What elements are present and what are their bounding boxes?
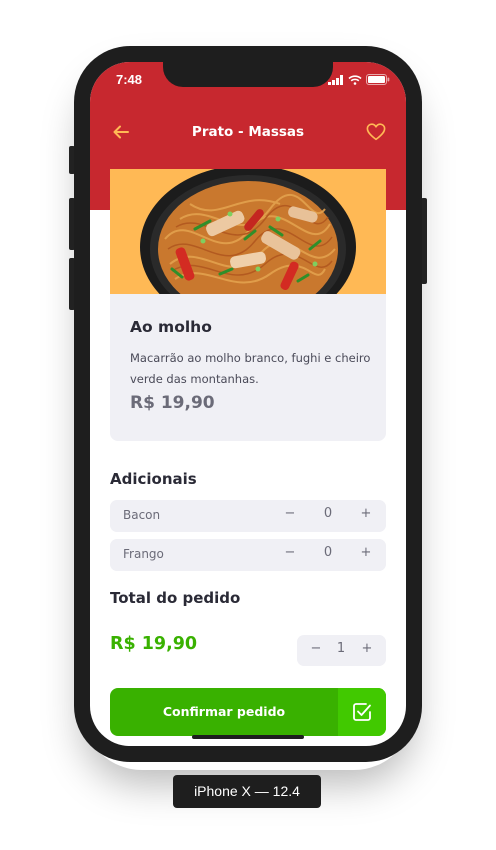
status-time: 7:48 bbox=[116, 72, 143, 87]
addon-name: Frango bbox=[123, 547, 164, 561]
confirm-order-label: Confirmar pedido bbox=[162, 704, 286, 719]
addon-plus-button[interactable]: + bbox=[356, 545, 376, 560]
addon-row: Bacon − 0 + bbox=[110, 500, 386, 532]
addon-quantity: 0 bbox=[323, 545, 333, 560]
quantity-plus-button[interactable]: + bbox=[357, 641, 377, 656]
dish-name: Ao molho bbox=[130, 318, 212, 336]
heart-icon[interactable] bbox=[366, 123, 386, 141]
quantity-stepper: − 1 + bbox=[297, 635, 386, 666]
quantity-minus-button[interactable]: − bbox=[306, 641, 326, 656]
confirm-order-button[interactable]: Confirmar pedido bbox=[110, 688, 386, 736]
addon-quantity: 0 bbox=[323, 506, 333, 521]
wifi-icon bbox=[348, 74, 362, 85]
check-square-icon bbox=[353, 703, 371, 721]
addon-minus-button[interactable]: − bbox=[280, 506, 300, 521]
device-frame: 7:48 Prato - Massas Ao molho Macarrão ao… bbox=[74, 46, 422, 762]
order-total-title: Total do pedido bbox=[110, 589, 241, 607]
app-screen: 7:48 Prato - Massas Ao molho Macarrão ao… bbox=[90, 62, 406, 746]
notch bbox=[163, 62, 333, 87]
addon-minus-button[interactable]: − bbox=[280, 545, 300, 560]
dish-price: R$ 19,90 bbox=[130, 393, 215, 413]
home-indicator[interactable] bbox=[192, 735, 304, 739]
addon-row: Frango − 0 + bbox=[110, 539, 386, 571]
device-label: iPhone X — 12.4 bbox=[173, 775, 321, 808]
battery-icon bbox=[366, 74, 390, 85]
dish-description: Macarrão ao molho branco, fughi e cheiro… bbox=[130, 351, 371, 386]
dish-card: Ao molho Macarrão ao molho branco, fughi… bbox=[110, 294, 386, 441]
extras-title: Adicionais bbox=[110, 470, 197, 488]
order-total-price: R$ 19,90 bbox=[110, 634, 198, 654]
addon-name: Bacon bbox=[123, 508, 161, 522]
page-title: Prato - Massas bbox=[191, 124, 305, 140]
status-icons bbox=[328, 74, 390, 85]
dish-image bbox=[110, 169, 386, 294]
addon-plus-button[interactable]: + bbox=[356, 506, 376, 521]
quantity-value: 1 bbox=[336, 641, 346, 656]
confirm-icon-box bbox=[338, 688, 386, 736]
